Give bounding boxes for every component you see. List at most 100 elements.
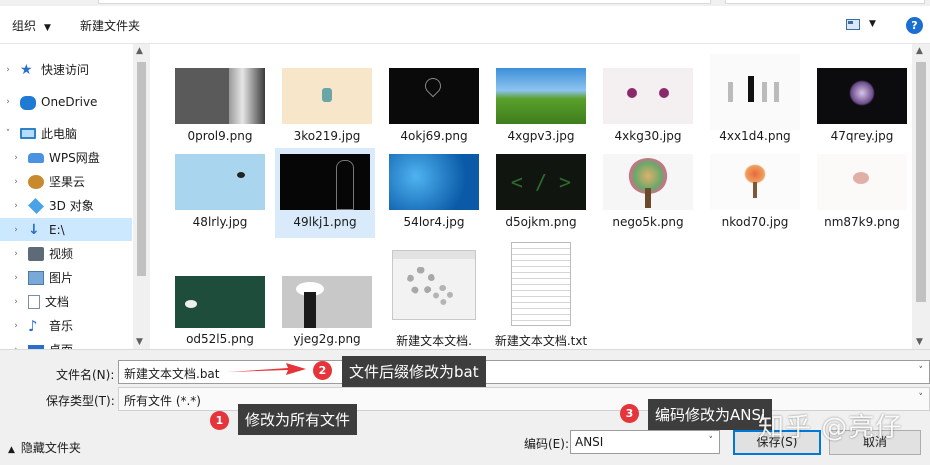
file-name: 4xkg30.jpg: [614, 129, 682, 143]
image-thumbnail: [282, 276, 372, 328]
file-item[interactable]: 0prol9.png: [170, 62, 270, 152]
hide-folders-label: 隐藏文件夹: [20, 441, 81, 455]
new-folder-button[interactable]: 新建文件夹: [80, 17, 140, 34]
callout-2: 文件后缀修改为bat: [342, 356, 486, 387]
hide-folders-toggle[interactable]: ▲ 隐藏文件夹: [8, 439, 81, 456]
organize-label: 组织: [12, 19, 37, 33]
file-item[interactable]: 新建文本文档.txt: [491, 242, 591, 348]
chevron-down-icon[interactable]: ˅: [919, 366, 924, 376]
encoding-select[interactable]: ANSI ˅: [570, 430, 720, 454]
image-thumbnail: [603, 154, 693, 210]
file-item[interactable]: 新建文本文档.: [384, 250, 484, 348]
scroll-down-icon[interactable]: ▼: [916, 337, 923, 347]
file-name: 49lkj1.png: [293, 215, 357, 229]
red-arrow-annotation: [228, 363, 306, 375]
chevron-right-icon[interactable]: ›: [0, 65, 16, 75]
watermark: 知乎 @亮仔: [758, 413, 903, 443]
nav-item-wps-cloud[interactable]: › WPS网盘: [0, 146, 132, 169]
nav-label: 此电脑: [41, 127, 78, 141]
toolbar: 组织 ▼ 新建文件夹 ▼ ?: [0, 6, 930, 44]
file-item[interactable]: 47qrey.jpg: [812, 62, 912, 152]
music-icon: ♪: [28, 316, 38, 335]
view-options-caret-icon[interactable]: ▼: [869, 19, 876, 29]
navigation-pane: › ★ 快速访问 › OneDrive ˅ 此电脑 › WPS网盘 › 坚果云 …: [0, 44, 150, 349]
step-badge-3: 3: [620, 404, 639, 423]
filename-value: 新建文本文档.bat: [124, 367, 220, 381]
file-item[interactable]: 54lor4.jpg: [384, 148, 484, 238]
scroll-down-icon[interactable]: ▼: [136, 337, 143, 347]
file-item[interactable]: od52l5.png: [170, 272, 270, 349]
chevron-right-icon[interactable]: ›: [8, 225, 24, 235]
file-item[interactable]: 4xx1d4.png: [705, 54, 805, 152]
file-list: 0prol9.png 3ko219.jpg 4okj69.png 4xgpv3.…: [150, 44, 912, 349]
chevron-right-icon[interactable]: ›: [8, 153, 24, 163]
gear-file-icon: [392, 250, 476, 320]
nav-item-videos[interactable]: › 视频: [0, 242, 132, 265]
file-item[interactable]: yjeg2g.png: [277, 272, 377, 349]
callout-3: 编码修改为ANSI: [648, 399, 773, 430]
file-name: 3ko219.jpg: [293, 129, 361, 143]
search-box-edge[interactable]: [725, 0, 925, 4]
nav-item-onedrive[interactable]: › OneDrive: [0, 90, 132, 113]
nav-item-drive-e[interactable]: › ↓ E:\: [0, 218, 132, 241]
scrollbar-thumb[interactable]: [137, 62, 146, 276]
scroll-up-icon[interactable]: ▲: [916, 46, 923, 56]
caret-down-icon: ▼: [44, 23, 51, 33]
filetype-value: 所有文件 (*.*): [124, 394, 201, 408]
scroll-up-icon[interactable]: ▲: [136, 46, 143, 56]
scrollbar-thumb[interactable]: [916, 62, 926, 302]
file-item[interactable]: nego5k.png: [598, 148, 698, 238]
file-item[interactable]: 48lrly.jpg: [170, 148, 270, 238]
nav-label: 快速访问: [41, 63, 90, 77]
chevron-down-icon[interactable]: ˅: [919, 393, 924, 403]
file-item[interactable]: 4okj69.png: [384, 62, 484, 152]
image-thumbnail: [710, 54, 800, 130]
file-item[interactable]: nm87k9.png: [812, 148, 912, 238]
nav-item-quick-access[interactable]: › ★ 快速访问: [0, 58, 132, 81]
help-icon[interactable]: ?: [906, 17, 923, 34]
documents-icon: [28, 294, 40, 309]
nav-item-pictures[interactable]: › 图片: [0, 266, 132, 289]
nav-item-desktop[interactable]: › 桌面: [0, 338, 132, 349]
file-item[interactable]: 4xkg30.jpg: [598, 62, 698, 152]
chevron-down-icon[interactable]: ˅: [0, 129, 16, 139]
nav-item-documents[interactable]: › 文档: [0, 290, 132, 313]
nav-item-this-pc[interactable]: ˅ 此电脑: [0, 122, 132, 145]
organize-menu[interactable]: 组织 ▼: [12, 17, 51, 34]
file-name: 新建文本文档.txt: [494, 334, 588, 348]
chevron-right-icon[interactable]: ›: [8, 201, 24, 211]
chevron-right-icon[interactable]: ›: [0, 97, 16, 107]
computer-icon: [20, 128, 36, 139]
nav-item-nut-cloud[interactable]: › 坚果云: [0, 170, 132, 193]
file-item[interactable]: 3ko219.jpg: [277, 62, 377, 152]
file-name: 54lor4.jpg: [403, 215, 465, 229]
wps-cloud-icon: [28, 152, 44, 163]
file-item[interactable]: 49lkj1.png: [275, 148, 375, 238]
nav-label: E:\: [49, 222, 65, 237]
chevron-right-icon[interactable]: ›: [8, 273, 24, 283]
chevron-right-icon[interactable]: ›: [8, 297, 24, 307]
change-view-icon[interactable]: [846, 19, 860, 30]
chevron-down-icon[interactable]: ˅: [709, 436, 714, 446]
chevron-right-icon[interactable]: ›: [8, 177, 24, 187]
file-item[interactable]: nkod70.jpg: [705, 148, 805, 238]
address-bar-edge[interactable]: [98, 0, 711, 4]
file-name: nm87k9.png: [824, 215, 900, 229]
file-name: nkod70.jpg: [721, 215, 789, 229]
nut-cloud-icon: [28, 174, 44, 189]
file-item[interactable]: 4xgpv3.jpg: [491, 62, 591, 152]
file-name: 4xx1d4.png: [719, 129, 791, 143]
file-list-scrollbar[interactable]: ▲ ▼: [912, 44, 930, 349]
file-name: 0prol9.png: [187, 129, 253, 143]
nav-item-3d-objects[interactable]: › 3D 对象: [0, 194, 132, 217]
nav-scrollbar[interactable]: ▲ ▼: [133, 44, 150, 349]
video-icon: [28, 246, 44, 261]
encoding-value: ANSI: [575, 435, 604, 449]
file-item[interactable]: < / > d5ojkm.png: [491, 148, 591, 238]
chevron-right-icon[interactable]: ›: [8, 249, 24, 259]
file-name: 4okj69.png: [400, 129, 468, 143]
chevron-right-icon[interactable]: ›: [8, 321, 24, 331]
star-icon: ★: [20, 61, 33, 78]
file-name: d5ojkm.png: [505, 215, 577, 229]
nav-item-music[interactable]: › ♪ 音乐: [0, 314, 132, 337]
